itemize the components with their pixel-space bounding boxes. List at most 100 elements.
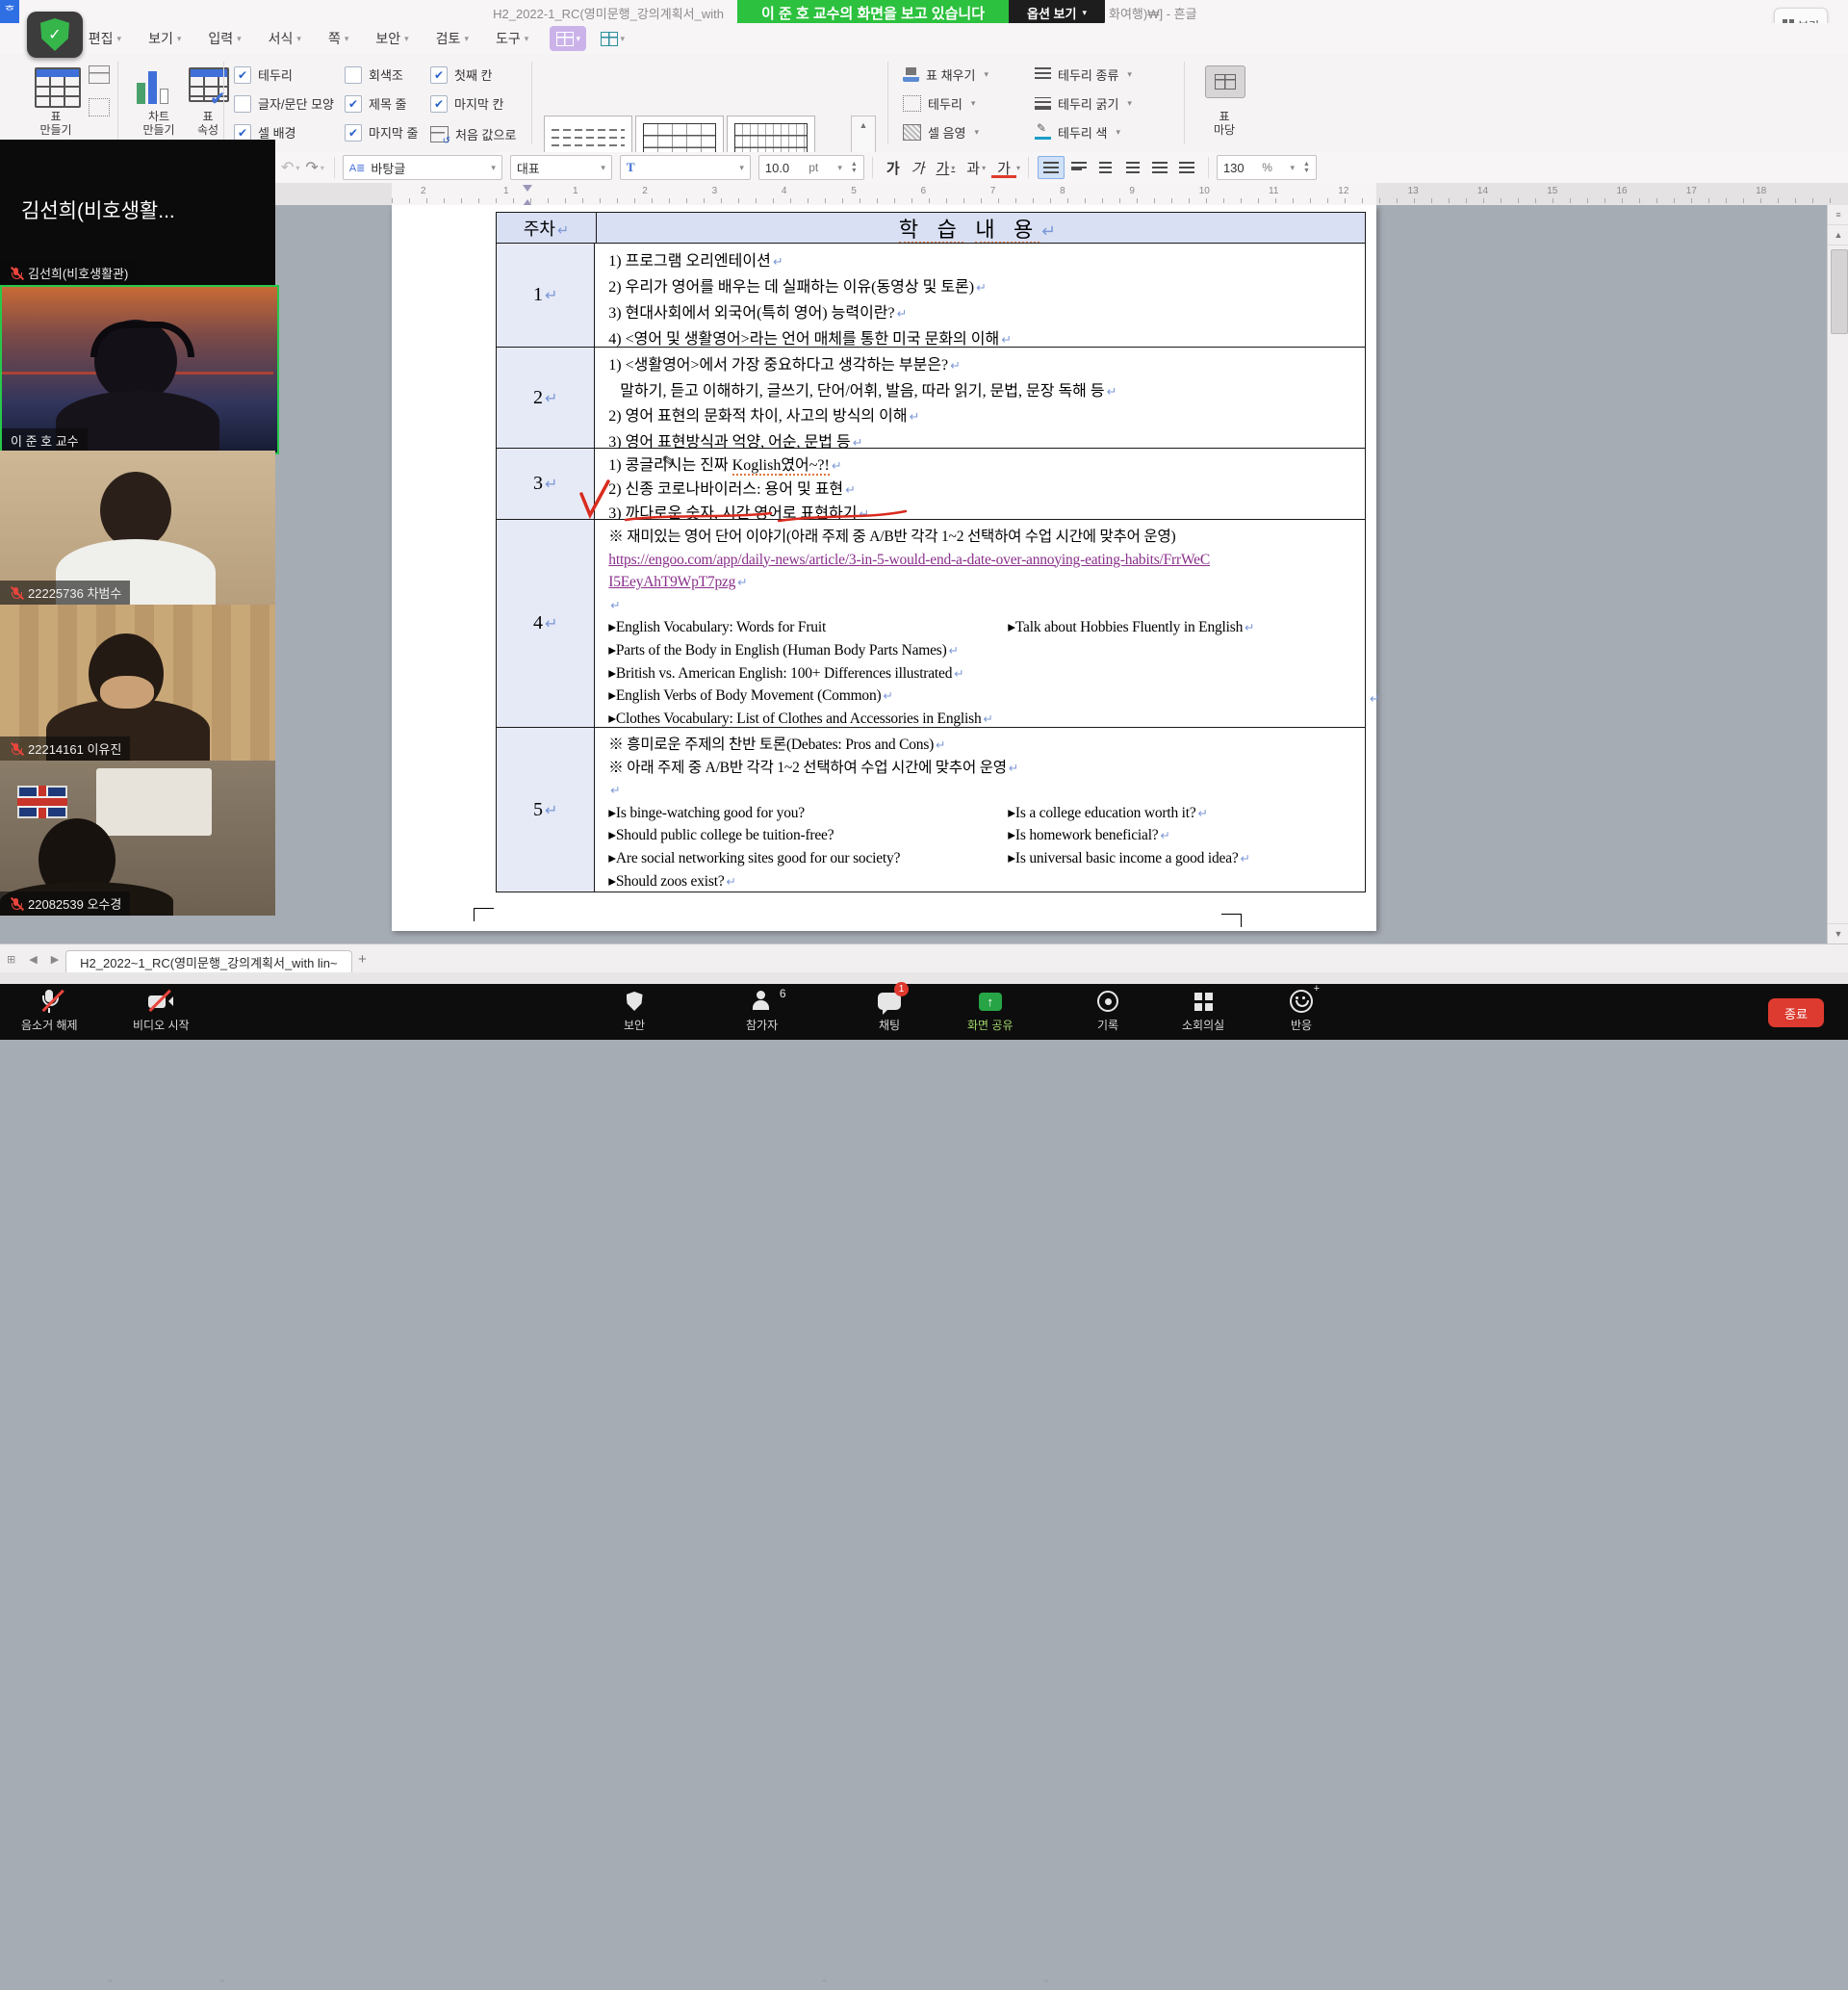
view-options-button[interactable]: 옵션 보기▾	[1009, 0, 1105, 25]
align-distribute-button[interactable]	[1147, 157, 1172, 178]
underline-button[interactable]: 가▾	[930, 158, 961, 178]
ruler-number: 1	[573, 186, 578, 196]
vertical-scrollbar[interactable]: ≡ ▲ ▼	[1827, 205, 1848, 943]
participants-options-caret[interactable]: ⌃	[820, 1977, 829, 1990]
share-options-caret[interactable]: ⌃	[1041, 1977, 1050, 1990]
italic-button[interactable]: 가	[906, 158, 931, 178]
person-face	[100, 676, 154, 709]
last-tab-icon[interactable]: ▶	[44, 953, 65, 966]
distribute-icon	[1152, 162, 1168, 173]
checkbox-last-col[interactable]: 마지막 칸	[430, 94, 503, 113]
scroll-split-button[interactable]: ≡	[1828, 205, 1848, 225]
participants-button[interactable]: 6 참가자	[746, 989, 778, 1033]
align-left-icon	[1071, 162, 1087, 173]
checkbox-header-row[interactable]: 제목 줄	[345, 94, 407, 113]
align-justify-button[interactable]	[1038, 156, 1065, 179]
align-right-button[interactable]	[1120, 157, 1145, 178]
chat-button[interactable]: 1 채팅	[878, 989, 901, 1033]
menu-edit[interactable]: 편집▾	[75, 23, 135, 54]
align-divide-button[interactable]	[1174, 157, 1199, 178]
chevron-down-icon: ▾	[975, 127, 980, 138]
border-color-button[interactable]: 테두리 색▾	[1035, 123, 1120, 142]
table-erase-icon[interactable]	[89, 98, 110, 116]
doc-line: 3) 현대사회에서 외국어(특히 영어) 능력이란?	[608, 301, 1365, 327]
menu-view[interactable]: 보기▾	[135, 23, 194, 54]
checkbox-grayscale[interactable]: 회색조	[345, 65, 403, 84]
security-tray-icon[interactable]: ✓	[27, 12, 83, 58]
undo-icon[interactable]: ↶	[281, 158, 294, 177]
mic-options-caret[interactable]: ⌃	[106, 1977, 115, 1990]
align-center-icon	[1099, 162, 1112, 173]
border-width-button[interactable]: 테두리 굵기▾	[1035, 94, 1132, 113]
menu-page[interactable]: 쪽▾	[315, 23, 362, 54]
scrollbar-thumb[interactable]	[1831, 249, 1848, 334]
participant-tile-active[interactable]: 이 준 호 교수	[0, 285, 279, 454]
reset-values-button[interactable]: 처음 값으로	[430, 125, 516, 143]
participant-tile[interactable]: 22082539 오수경	[0, 761, 275, 916]
ruler-number: 1	[503, 186, 509, 196]
start-video-button[interactable]: 비디오 시작	[133, 989, 190, 1033]
menu-security[interactable]: 보안▾	[362, 23, 422, 54]
table-fill-button[interactable]: 표 채우기▾	[903, 65, 988, 84]
scroll-up-button[interactable]: ▲	[1828, 225, 1848, 246]
checkbox-first-col[interactable]: 첫째 칸	[430, 65, 493, 84]
insert-table-icon[interactable]	[35, 67, 81, 108]
size-spinner[interactable]: ▲▼	[851, 161, 858, 174]
checkbox-border[interactable]: 테두리	[234, 65, 293, 84]
border-button[interactable]: 테두리▾	[903, 94, 975, 113]
font-family-select[interactable]: T ▾	[620, 155, 751, 180]
hyperlink[interactable]: https://engoo.com/app/daily-news/article…	[608, 552, 1210, 568]
menu-tools[interactable]: 도구▾	[482, 23, 542, 54]
paragraph-style-select[interactable]: A≣ 바탕글▾	[343, 155, 502, 180]
zoom-spinner[interactable]: ▲▼	[1303, 161, 1310, 174]
zoom-level-input[interactable]: 130 % ▾ ▲▼	[1217, 155, 1317, 180]
participant-tile-video-off[interactable]: 김선희(비호생활... 김선희(비호생활관)	[0, 140, 275, 285]
table-design-tab[interactable]: ▾	[550, 26, 586, 51]
ruler-number: 9	[1129, 186, 1135, 196]
unmute-button[interactable]: 음소거 해제	[21, 989, 78, 1033]
scroll-down-button[interactable]: ▼	[1828, 923, 1848, 943]
video-options-caret[interactable]: ⌃	[218, 1977, 226, 1990]
record-button[interactable]: 기록	[1097, 989, 1118, 1033]
cell-shade-button[interactable]: 셀 음영▾	[903, 123, 979, 142]
table-madang-button[interactable]	[1205, 65, 1245, 98]
chevron-down-icon: ▾	[1082, 8, 1087, 18]
border-kind-button[interactable]: 테두리 종류▾	[1035, 65, 1132, 84]
bold-button[interactable]: 가	[881, 158, 906, 178]
doc-line: ※ 흥미로운 주제의 찬반 토론(Debates: Pros and Cons)	[608, 734, 1365, 757]
hyperlink[interactable]: I5EeyAhT9WpT7pzg	[608, 574, 735, 590]
menu-input[interactable]: 입력▾	[194, 23, 254, 54]
highlight-color-button[interactable]: 가	[991, 158, 1016, 178]
align-left-button[interactable]	[1066, 157, 1091, 178]
menu-format[interactable]: 서식▾	[255, 23, 315, 54]
scroll-up-icon[interactable]: ▲	[860, 120, 868, 130]
checkbox-last-row[interactable]: 마지막 줄	[345, 123, 418, 142]
font-size-input[interactable]: 10.0 pt ▾ ▲▼	[758, 155, 864, 180]
table-edit-icon[interactable]	[89, 65, 110, 84]
leave-meeting-button[interactable]: 종료	[1768, 998, 1824, 1027]
page-view-icon[interactable]: ⊞	[0, 953, 22, 966]
participant-tile[interactable]: 22225736 차범수	[0, 451, 275, 605]
ruler-number: 8	[1060, 186, 1065, 196]
menu-review[interactable]: 검토▾	[423, 23, 482, 54]
table-layout-tab[interactable]: ▾	[594, 26, 630, 51]
make-chart-icon[interactable]	[137, 67, 179, 104]
align-center-button[interactable]	[1093, 157, 1118, 178]
mic-off-icon	[41, 989, 57, 1014]
horizontal-ruler[interactable]: 21123456789101112131415161718	[0, 183, 1848, 206]
breakout-rooms-button[interactable]: 소회의실	[1182, 989, 1224, 1033]
font-color-button[interactable]: 과▾	[961, 158, 991, 178]
redo-icon[interactable]: ↷	[305, 158, 318, 177]
preset-select[interactable]: 대표▾	[510, 155, 612, 180]
ruler-number: 18	[1756, 186, 1766, 196]
hwp-tab-bar: ⊞ ◀ ▶ H2_2022~1_RC(영미문행_강의계획서_with lin~ …	[0, 943, 1848, 973]
reactions-button[interactable]: + 반응	[1290, 989, 1313, 1033]
document-tab[interactable]: H2_2022~1_RC(영미문행_강의계획서_with lin~	[65, 950, 351, 974]
participant-tile[interactable]: 22214161 이유진	[0, 605, 275, 761]
add-tab-button[interactable]: +	[352, 951, 373, 968]
chevron-down-icon: ▾	[404, 34, 409, 44]
first-tab-icon[interactable]: ◀	[22, 953, 43, 966]
checkbox-char-shape[interactable]: 글자/문단 모양	[234, 94, 334, 113]
share-screen-button[interactable]: ↑ 화면 공유	[967, 989, 1014, 1033]
security-button[interactable]: 보안	[624, 989, 645, 1033]
